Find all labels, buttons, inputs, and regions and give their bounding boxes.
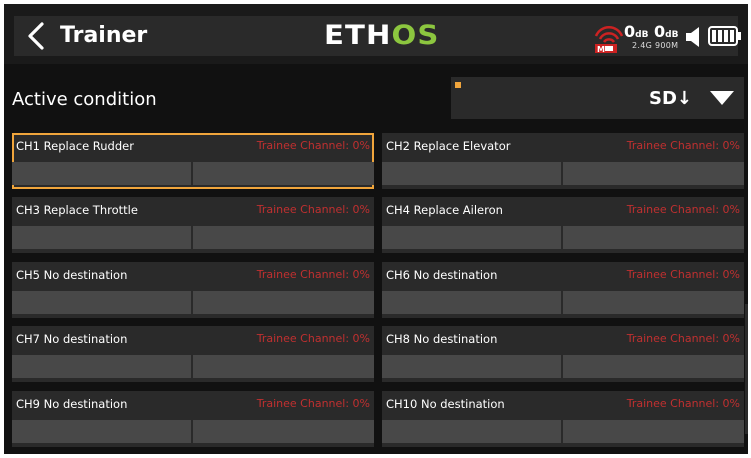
bar-negative-half — [382, 420, 561, 443]
channel-card[interactable]: CH1 Replace Rudder Trainee Channel: 0% — [12, 133, 374, 189]
bar-positive-half — [193, 355, 374, 378]
bar-negative-half — [12, 162, 191, 185]
chevron-down-icon — [710, 91, 734, 105]
bar-negative-half — [12, 355, 191, 378]
trainee-channel-value: Trainee Channel: 0% — [256, 397, 370, 410]
rx-bands: 2.4G 900M — [632, 41, 679, 50]
bar-negative-half — [12, 291, 191, 314]
speaker-icon[interactable] — [684, 26, 704, 48]
channel-output-bar — [382, 226, 744, 249]
ethos-logo: ETHOS — [324, 20, 439, 52]
channel-card[interactable]: CH9 No destination Trainee Channel: 0% — [12, 391, 374, 447]
bar-negative-half — [382, 226, 561, 249]
channel-output-bar — [12, 291, 374, 314]
bar-positive-half — [563, 162, 744, 185]
trainee-channel-value: Trainee Channel: 0% — [626, 332, 740, 345]
channel-output-bar — [12, 226, 374, 249]
trainee-channel-value: Trainee Channel: 0% — [626, 203, 740, 216]
focus-marker — [455, 82, 461, 88]
bar-positive-half — [193, 226, 374, 249]
trainee-channel-value: Trainee Channel: 0% — [626, 139, 740, 152]
trainer-screen: Trainer ETHOS M 0dB 0dB 2.4G 900M Active… — [4, 4, 748, 454]
bar-positive-half — [563, 291, 744, 314]
channel-output-bar — [382, 355, 744, 378]
rx1-db-value: 0 — [624, 22, 636, 41]
channel-card[interactable]: CH4 Replace Aileron Trainee Channel: 0% — [382, 197, 744, 253]
bar-positive-half — [193, 420, 374, 443]
trainee-channel-value: Trainee Channel: 0% — [256, 139, 370, 152]
channel-card[interactable]: CH8 No destination Trainee Channel: 0% — [382, 326, 744, 382]
channel-label: CH5 No destination — [16, 268, 128, 282]
channel-label: CH1 Replace Rudder — [16, 139, 134, 153]
back-button[interactable] — [18, 18, 54, 54]
back-arrow-icon — [28, 22, 44, 50]
channel-label: CH6 No destination — [386, 268, 498, 282]
rx2-db-value: 0 — [654, 22, 666, 41]
bar-positive-half — [563, 355, 744, 378]
channel-label: CH3 Replace Throttle — [16, 203, 138, 217]
header: Trainer ETHOS M 0dB 0dB 2.4G 900M — [4, 4, 748, 64]
channel-card[interactable]: CH3 Replace Throttle Trainee Channel: 0% — [12, 197, 374, 253]
logo-text-green: OS — [391, 20, 440, 51]
bar-negative-half — [382, 162, 561, 185]
channel-output-bar — [382, 162, 744, 185]
bar-positive-half — [193, 162, 374, 185]
bar-positive-half — [563, 420, 744, 443]
bar-negative-half — [12, 420, 191, 443]
svg-text:M: M — [597, 45, 605, 54]
channel-output-bar — [12, 162, 374, 185]
scrollbar[interactable] — [745, 304, 748, 434]
channel-output-bar — [12, 420, 374, 443]
rx1-db-unit: dB — [635, 30, 649, 40]
channel-label: CH7 No destination — [16, 332, 128, 346]
bar-negative-half — [382, 355, 561, 378]
bar-positive-half — [563, 226, 744, 249]
channel-output-bar — [382, 291, 744, 314]
active-condition-label: Active condition — [12, 89, 157, 110]
bar-negative-half — [12, 226, 191, 249]
bar-negative-half — [382, 291, 561, 314]
battery-icon — [708, 26, 741, 46]
logo-text-white: ETH — [324, 20, 392, 51]
channel-label: CH9 No destination — [16, 397, 128, 411]
channel-card[interactable]: CH6 No destination Trainee Channel: 0% — [382, 262, 744, 318]
channel-output-bar — [382, 420, 744, 443]
trainee-channel-value: Trainee Channel: 0% — [256, 203, 370, 216]
channel-output-bar — [12, 355, 374, 378]
trainee-channel-value: Trainee Channel: 0% — [626, 268, 740, 281]
channel-label: CH4 Replace Aileron — [386, 203, 503, 217]
channel-label: CH8 No destination — [386, 332, 498, 346]
bar-positive-half — [193, 291, 374, 314]
channel-label: CH10 No destination — [386, 397, 505, 411]
channel-card[interactable]: CH2 Replace Elevator Trainee Channel: 0% — [382, 133, 744, 189]
channel-label: CH2 Replace Elevator — [386, 139, 511, 153]
trainee-channel-value: Trainee Channel: 0% — [626, 397, 740, 410]
channel-card[interactable]: CH10 No destination Trainee Channel: 0% — [382, 391, 744, 447]
active-condition-select[interactable]: SD↓ — [451, 77, 744, 119]
active-condition-value: SD↓ — [649, 88, 692, 109]
page-title: Trainer — [60, 23, 148, 48]
channel-card[interactable]: CH5 No destination Trainee Channel: 0% — [12, 262, 374, 318]
rx2-db-unit: dB — [665, 30, 679, 40]
signal-icon: M — [594, 26, 624, 54]
trainee-channel-value: Trainee Channel: 0% — [256, 332, 370, 345]
channel-card[interactable]: CH7 No destination Trainee Channel: 0% — [12, 326, 374, 382]
trainee-channel-value: Trainee Channel: 0% — [256, 268, 370, 281]
